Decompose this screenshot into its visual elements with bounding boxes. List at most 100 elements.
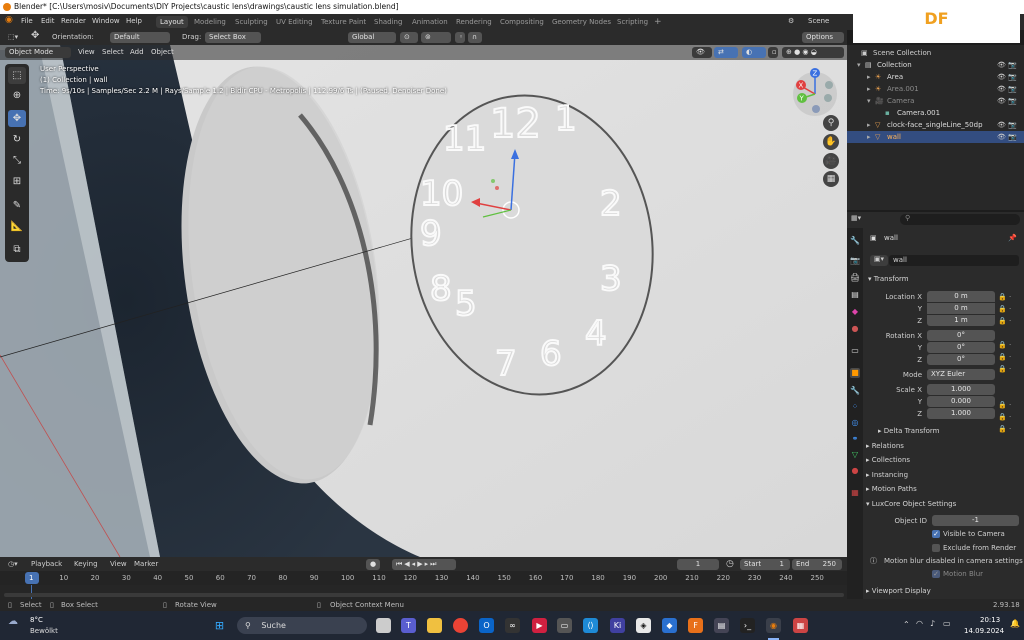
object-mode-dropdown[interactable]: Object Mode — [5, 47, 71, 58]
zoom-icon[interactable]: ⚲ — [823, 115, 839, 131]
blender-menu-icon[interactable]: ◉ — [5, 15, 13, 25]
add-workspace-button[interactable]: + — [650, 16, 666, 28]
cursor-tool-icon[interactable]: ⊕ — [8, 87, 26, 104]
fusion-icon[interactable]: F — [688, 618, 703, 633]
camera-view-icon[interactable]: 🎥 — [823, 153, 839, 169]
gizmo-toggle-icon[interactable]: ⇄ — [714, 47, 738, 58]
outliner-row[interactable]: ▪ Camera.001 — [847, 107, 1024, 119]
outliner-row[interactable]: ▸ ▽ wall 👁 📷 — [847, 131, 1024, 143]
outliner-row[interactable]: ▾ ▤ Collection 👁 📷 — [847, 59, 1024, 71]
weather-temperature[interactable]: 8°C — [30, 616, 43, 624]
tab-shading[interactable]: Shading — [370, 16, 406, 28]
outlook-icon[interactable]: O — [479, 618, 494, 633]
current-frame-field[interactable]: 1 — [677, 559, 719, 570]
location-x-field[interactable]: 0 m — [927, 291, 995, 302]
exclude-from-render-checkbox[interactable] — [932, 544, 940, 552]
menu-edit[interactable]: Edit — [41, 17, 55, 25]
tab-compositing[interactable]: Compositing — [496, 16, 548, 28]
render-tab-icon[interactable]: 📷 — [850, 256, 860, 266]
texture-tab-icon[interactable]: ▦ — [850, 488, 860, 498]
overlay-toggle-icon[interactable]: ◐ — [742, 47, 766, 58]
blender-taskbar-icon[interactable]: ◉ — [766, 618, 781, 633]
scene-collection-row[interactable]: ▣ Scene Collection — [861, 47, 1024, 59]
menu-window[interactable]: Window — [92, 17, 120, 25]
timeline-scrollbar[interactable] — [4, 593, 844, 597]
timeline-ruler[interactable]: 1 10 20 30 40 50 60 70 80 90 100 110 120 130 140 150 160… — [0, 571, 847, 585]
tab-modeling[interactable]: Modeling — [190, 16, 230, 28]
luxcore-settings-header[interactable]: ▾ LuxCore Object Settings — [866, 500, 956, 508]
app-icon-d[interactable]: ▤ — [714, 618, 729, 633]
timeline-menu-keying[interactable]: Keying — [74, 560, 98, 568]
task-view-icon[interactable] — [376, 618, 391, 633]
terminal-icon[interactable]: ›_ — [740, 618, 755, 633]
rotation-mode-dropdown[interactable]: XYZ Euler — [927, 369, 995, 380]
expand-toggle-icon[interactable]: ▸ — [867, 119, 871, 131]
vscode-icon[interactable]: ⟨⟩ — [583, 618, 598, 633]
view-layer-tab-icon[interactable]: ▤ — [850, 290, 860, 300]
tray-chevron-icon[interactable]: ⌃ — [903, 620, 910, 629]
viewport-menu-select[interactable]: Select — [102, 48, 124, 56]
location-z-field[interactable]: 1 m — [927, 315, 995, 326]
arduino-icon[interactable]: ∞ — [505, 618, 520, 633]
scene-tab-icon[interactable]: ◆ — [850, 307, 860, 317]
taskbar-search-box[interactable]: ⚲ Suche — [237, 617, 367, 634]
rotation-y-field[interactable]: 0° — [927, 342, 995, 353]
falloff-icon[interactable]: ∩ — [468, 32, 482, 43]
tab-scripting[interactable]: Scripting — [613, 16, 652, 28]
world-tab-icon[interactable]: ● — [850, 324, 860, 334]
rotation-x-field[interactable]: 0° — [927, 330, 995, 341]
app-icon-c[interactable]: ◆ — [662, 618, 677, 633]
drag-dropdown[interactable]: Select Box — [205, 32, 261, 43]
windows-start-icon[interactable]: ⊞ — [212, 618, 227, 633]
visibility-toggle-icons[interactable]: 👁 📷 — [997, 119, 1017, 131]
teams-icon[interactable]: T — [401, 618, 416, 633]
tab-uv-editing[interactable]: UV Editing — [272, 16, 317, 28]
select-box-tool-icon[interactable]: ⬚ — [8, 67, 26, 84]
rotation-z-field[interactable]: 0° — [927, 354, 995, 365]
editor-type-icon[interactable]: ▦▾ — [851, 214, 871, 225]
pin-icon[interactable]: 📌 — [1008, 234, 1017, 242]
collections-header[interactable]: ▸ Collections — [866, 456, 910, 464]
particles-tab-icon[interactable]: ⁘ — [850, 402, 860, 412]
delta-transform-header[interactable]: ▸ Delta Transform — [878, 427, 939, 435]
outliner-row[interactable]: ▸ ▽ clock-face_singleLine_50dp 👁 📷 — [847, 119, 1024, 131]
material-tab-icon[interactable]: ● — [850, 466, 860, 476]
pivot-point-icon[interactable]: ⊙ — [400, 32, 418, 43]
scale-tool-icon[interactable]: ⤡ — [8, 152, 26, 169]
ortho-grid-icon[interactable]: ▦ — [823, 171, 839, 187]
expand-toggle-icon[interactable]: ▾ — [867, 95, 871, 107]
start-frame-field[interactable]: Start 1 — [740, 559, 790, 570]
notification-icon[interactable]: 🔔 — [1010, 619, 1020, 628]
file-explorer-icon[interactable] — [427, 618, 442, 633]
object-tab-icon[interactable]: ■ — [850, 368, 860, 378]
menu-help[interactable]: Help — [126, 17, 142, 25]
measure-tool-icon[interactable]: 📐 — [8, 218, 26, 235]
relations-header[interactable]: ▸ Relations — [866, 442, 904, 450]
motion-blur-checkbox[interactable]: ✓ — [932, 570, 940, 578]
pan-hand-icon[interactable]: ✋ — [823, 134, 839, 150]
scene-icon[interactable]: ⚙ — [788, 17, 794, 25]
visibility-toggle-icons[interactable]: 👁 📷 — [997, 95, 1017, 107]
move-tool-icon[interactable]: ✥ — [31, 30, 39, 41]
scale-x-field[interactable]: 1.000 — [927, 384, 995, 395]
volume-icon[interactable]: ♪ — [930, 619, 935, 628]
transform-orientation-dropdown[interactable]: Global — [348, 32, 396, 43]
timeline-menu-playback[interactable]: Playback — [31, 560, 62, 568]
outliner-row[interactable]: ▸ ☀ Area 👁 📷 — [847, 71, 1024, 83]
battery-icon[interactable]: ▭ — [943, 619, 951, 628]
move-tool-button-icon[interactable]: ✥ — [8, 110, 26, 127]
viewport-menu-object[interactable]: Object — [151, 48, 174, 56]
transform-tool-icon[interactable]: ⊞ — [8, 173, 26, 190]
visibility-toggle-icons[interactable]: 👁 📷 — [997, 131, 1017, 143]
data-tab-icon[interactable]: ▽ — [850, 450, 860, 460]
tab-rendering[interactable]: Rendering — [452, 16, 496, 28]
app-icon-b[interactable]: ◈ — [636, 618, 651, 633]
expand-toggle-icon[interactable]: ▸ — [867, 83, 871, 95]
clock-time[interactable]: 20:13 — [980, 616, 1000, 624]
tab-texture-paint[interactable]: Texture Paint — [317, 16, 370, 28]
app-icon-e[interactable]: ▦ — [793, 618, 808, 633]
object-browse-icon[interactable]: ▣▾ — [870, 255, 888, 266]
wifi-icon[interactable]: ◠ — [916, 619, 923, 628]
properties-search-input[interactable]: ⚲ — [900, 214, 1020, 225]
snap-icon[interactable]: ⊚ — [421, 32, 451, 43]
